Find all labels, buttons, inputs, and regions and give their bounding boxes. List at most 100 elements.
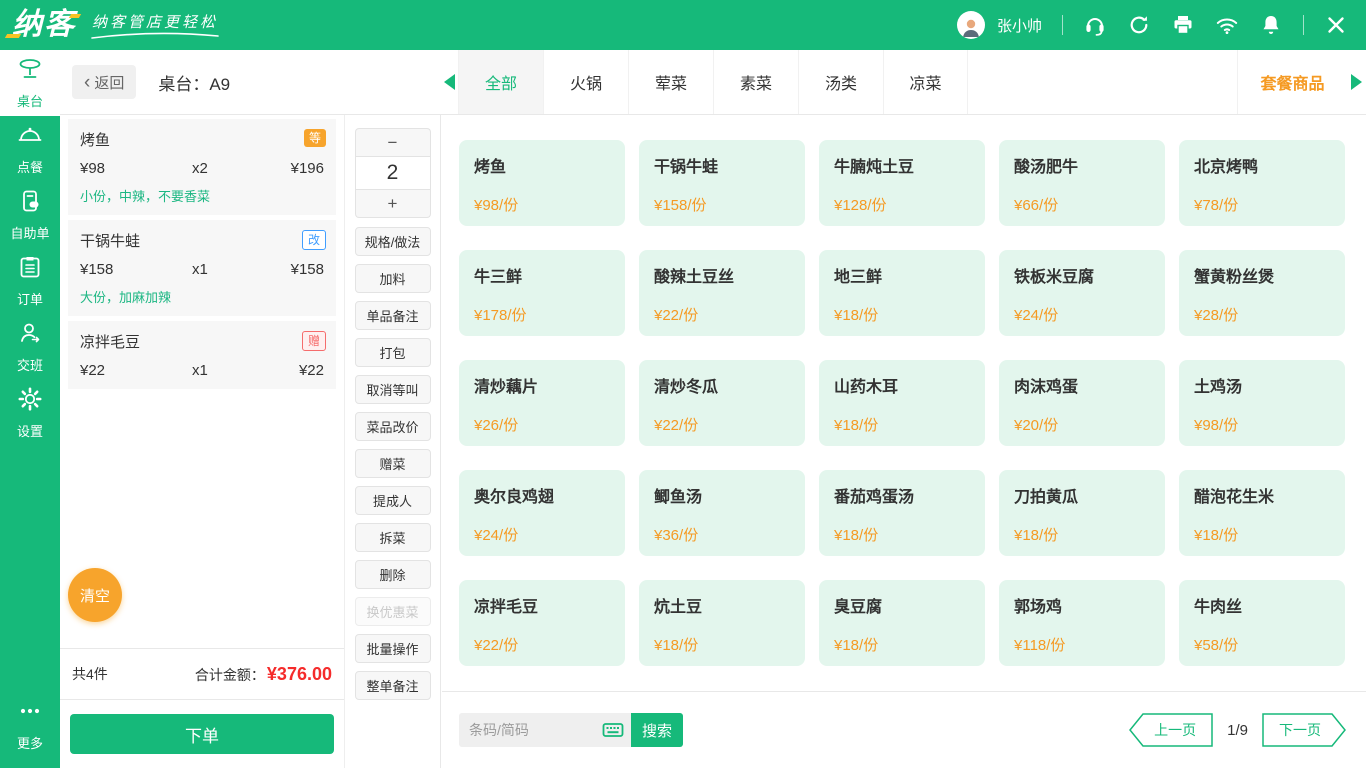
wifi-icon[interactable] <box>1215 13 1239 37</box>
quantity-plus-button[interactable]: + <box>355 190 431 218</box>
menu-item-name: 清炒藕片 <box>474 373 610 397</box>
back-button[interactable]: ‹ 返回 <box>72 65 136 99</box>
divider <box>1062 15 1063 35</box>
order-item-total: ¥158 <box>254 261 324 278</box>
menu-item-card[interactable]: 炕土豆¥18/份 <box>639 580 805 666</box>
action-button[interactable]: 加料 <box>355 264 431 293</box>
order-item[interactable]: 干锅牛蛙改¥158x1¥158大份，加麻加辣 <box>68 220 336 316</box>
menu-item-price: ¥28/份 <box>1194 304 1330 325</box>
clear-order-button[interactable]: 清空 <box>68 568 122 622</box>
sidebar-item-shift[interactable]: 交班 <box>0 314 60 380</box>
sidebar-item-order-list[interactable]: 订单 <box>0 248 60 314</box>
next-page-button[interactable]: 下一页 <box>1262 713 1346 747</box>
action-button[interactable]: 赠菜 <box>355 449 431 478</box>
tab-combo-products[interactable]: 套餐商品 <box>1237 50 1347 114</box>
menu-item-price: ¥66/份 <box>1014 194 1150 215</box>
sidebar-item-self-order[interactable]: 自助单 <box>0 182 60 248</box>
tab-category[interactable]: 凉菜 <box>883 50 968 114</box>
menu-item-card[interactable]: 臭豆腐¥18/份 <box>819 580 985 666</box>
avatar[interactable] <box>957 11 985 39</box>
submit-order-button[interactable]: 下单 <box>70 714 334 754</box>
menu-item-card[interactable]: 蟹黄粉丝煲 ¥28/份 <box>1179 250 1345 336</box>
menu-item-card[interactable]: 郭场鸡¥118/份 <box>999 580 1165 666</box>
menu-item-card[interactable]: 番茄鸡蛋汤¥18/份 <box>819 470 985 556</box>
category-scroll-right-icon[interactable] <box>1351 74 1362 90</box>
headset-icon[interactable] <box>1083 13 1107 37</box>
menu-item-card[interactable]: 清炒藕片¥26/份 <box>459 360 625 446</box>
menu-item-card[interactable]: 牛肉丝¥58/份 <box>1179 580 1345 666</box>
action-button[interactable]: 拆菜 <box>355 523 431 552</box>
menu-item-card[interactable]: 清炒冬瓜¥22/份 <box>639 360 805 446</box>
menu-item-card[interactable]: 奥尔良鸡翅¥24/份 <box>459 470 625 556</box>
order-item[interactable]: 烤鱼等¥98x2¥196小份，中辣，不要香菜 <box>68 119 336 215</box>
menu-item-card[interactable]: 北京烤鸭¥78/份 <box>1179 140 1345 226</box>
action-button[interactable]: 菜品改价 <box>355 412 431 441</box>
bell-icon[interactable] <box>1259 13 1283 37</box>
action-button[interactable]: 批量操作 <box>355 634 431 663</box>
menu-item-card[interactable]: 酸汤肥牛¥66/份 <box>999 140 1165 226</box>
menu-item-card[interactable]: 地三鲜¥18/份 <box>819 250 985 336</box>
chevron-left-icon: ‹ <box>84 73 90 92</box>
action-button[interactable]: 打包 <box>355 338 431 367</box>
close-icon[interactable] <box>1324 13 1348 37</box>
menu-item-card[interactable]: 牛腩炖土豆¥128/份 <box>819 140 985 226</box>
action-button[interactable]: 删除 <box>355 560 431 589</box>
prev-page-button[interactable]: 上一页 <box>1129 713 1213 747</box>
menu-item-card[interactable]: 酸辣土豆丝¥22/份 <box>639 250 805 336</box>
keyboard-icon[interactable] <box>601 718 625 742</box>
menu-item-card[interactable]: 干锅牛蛙¥158/份 <box>639 140 805 226</box>
tab-category[interactable]: 汤类 <box>798 50 883 114</box>
cloche-icon <box>17 122 43 153</box>
menu-item-name: 蟹黄粉丝煲 <box>1194 263 1330 287</box>
menu-item-card[interactable]: 鲫鱼汤¥36/份 <box>639 470 805 556</box>
order-item-note: 大份，加麻加辣 <box>80 287 324 306</box>
menu-item-price: ¥22/份 <box>654 304 790 325</box>
category-scroll-left-icon[interactable] <box>444 74 455 90</box>
tab-category[interactable]: 素菜 <box>713 50 798 114</box>
order-item[interactable]: 凉拌毛豆赠¥22x1¥22 <box>68 321 336 389</box>
menu-item-name: 炕土豆 <box>654 593 790 617</box>
menu-item-card[interactable]: 铁板米豆腐¥24/份 <box>999 250 1165 336</box>
menu-item-card[interactable]: 土鸡汤¥98/份 <box>1179 360 1345 446</box>
logo-text: 纳客 <box>12 8 76 41</box>
menu-grid: 烤鱼¥98/份干锅牛蛙¥158/份牛腩炖土豆¥128/份酸汤肥牛¥66/份北京烤… <box>442 115 1366 692</box>
menu-item-name: 铁板米豆腐 <box>1014 263 1150 287</box>
quantity-minus-button[interactable]: − <box>355 128 431 156</box>
menu-item-card[interactable]: 烤鱼¥98/份 <box>459 140 625 226</box>
menu-item-card[interactable]: 凉拌毛豆¥22/份 <box>459 580 625 666</box>
menu-item-name: 刀拍黄瓜 <box>1014 483 1150 507</box>
slogan-underline <box>90 32 220 40</box>
tab-category[interactable]: 荤菜 <box>628 50 713 114</box>
action-button[interactable]: 取消等叫 <box>355 375 431 404</box>
printer-icon[interactable] <box>1171 13 1195 37</box>
order-totals: 共4件 合计金额： ¥376.00 <box>60 648 344 700</box>
sidebar-item-cloche[interactable]: 点餐 <box>0 116 60 182</box>
app-logo: 纳客 纳客管店更轻松 <box>0 10 220 40</box>
search-button[interactable]: 搜索 <box>631 713 683 747</box>
sidebar-item-more[interactable]: 更多 <box>0 692 60 758</box>
menu-item-card[interactable]: 山药木耳¥18/份 <box>819 360 985 446</box>
menu-item-name: 清炒冬瓜 <box>654 373 790 397</box>
menu-item-card[interactable]: 醋泡花生米¥18/份 <box>1179 470 1345 556</box>
sidebar-item-table[interactable]: 桌台 <box>0 50 60 116</box>
order-item-quantity: x2 <box>192 160 254 177</box>
action-button[interactable]: 整单备注 <box>355 671 431 700</box>
action-button[interactable]: 单品备注 <box>355 301 431 330</box>
menu-item-card[interactable]: 肉沫鸡蛋¥20/份 <box>999 360 1165 446</box>
menu-item-name: 牛肉丝 <box>1194 593 1330 617</box>
action-button[interactable]: 规格/做法 <box>355 227 431 256</box>
divider <box>1303 15 1304 35</box>
user-name[interactable]: 张小帅 <box>997 15 1042 36</box>
tab-category[interactable]: 火锅 <box>543 50 628 114</box>
tab-category[interactable]: 全部 <box>458 50 543 114</box>
order-item-unit-price: ¥98 <box>80 160 192 177</box>
quantity-stepper: − 2 + <box>355 128 431 218</box>
menu-item-price: ¥98/份 <box>1194 414 1330 435</box>
menu-item-card[interactable]: 牛三鲜¥178/份 <box>459 250 625 336</box>
action-button[interactable]: 提成人 <box>355 486 431 515</box>
menu-item-card[interactable]: 刀拍黄瓜¥18/份 <box>999 470 1165 556</box>
search-input[interactable] <box>469 722 601 738</box>
sidebar-item-settings[interactable]: 设置 <box>0 380 60 446</box>
order-item-badge-wait: 等 <box>304 129 326 147</box>
sync-icon[interactable] <box>1127 13 1151 37</box>
